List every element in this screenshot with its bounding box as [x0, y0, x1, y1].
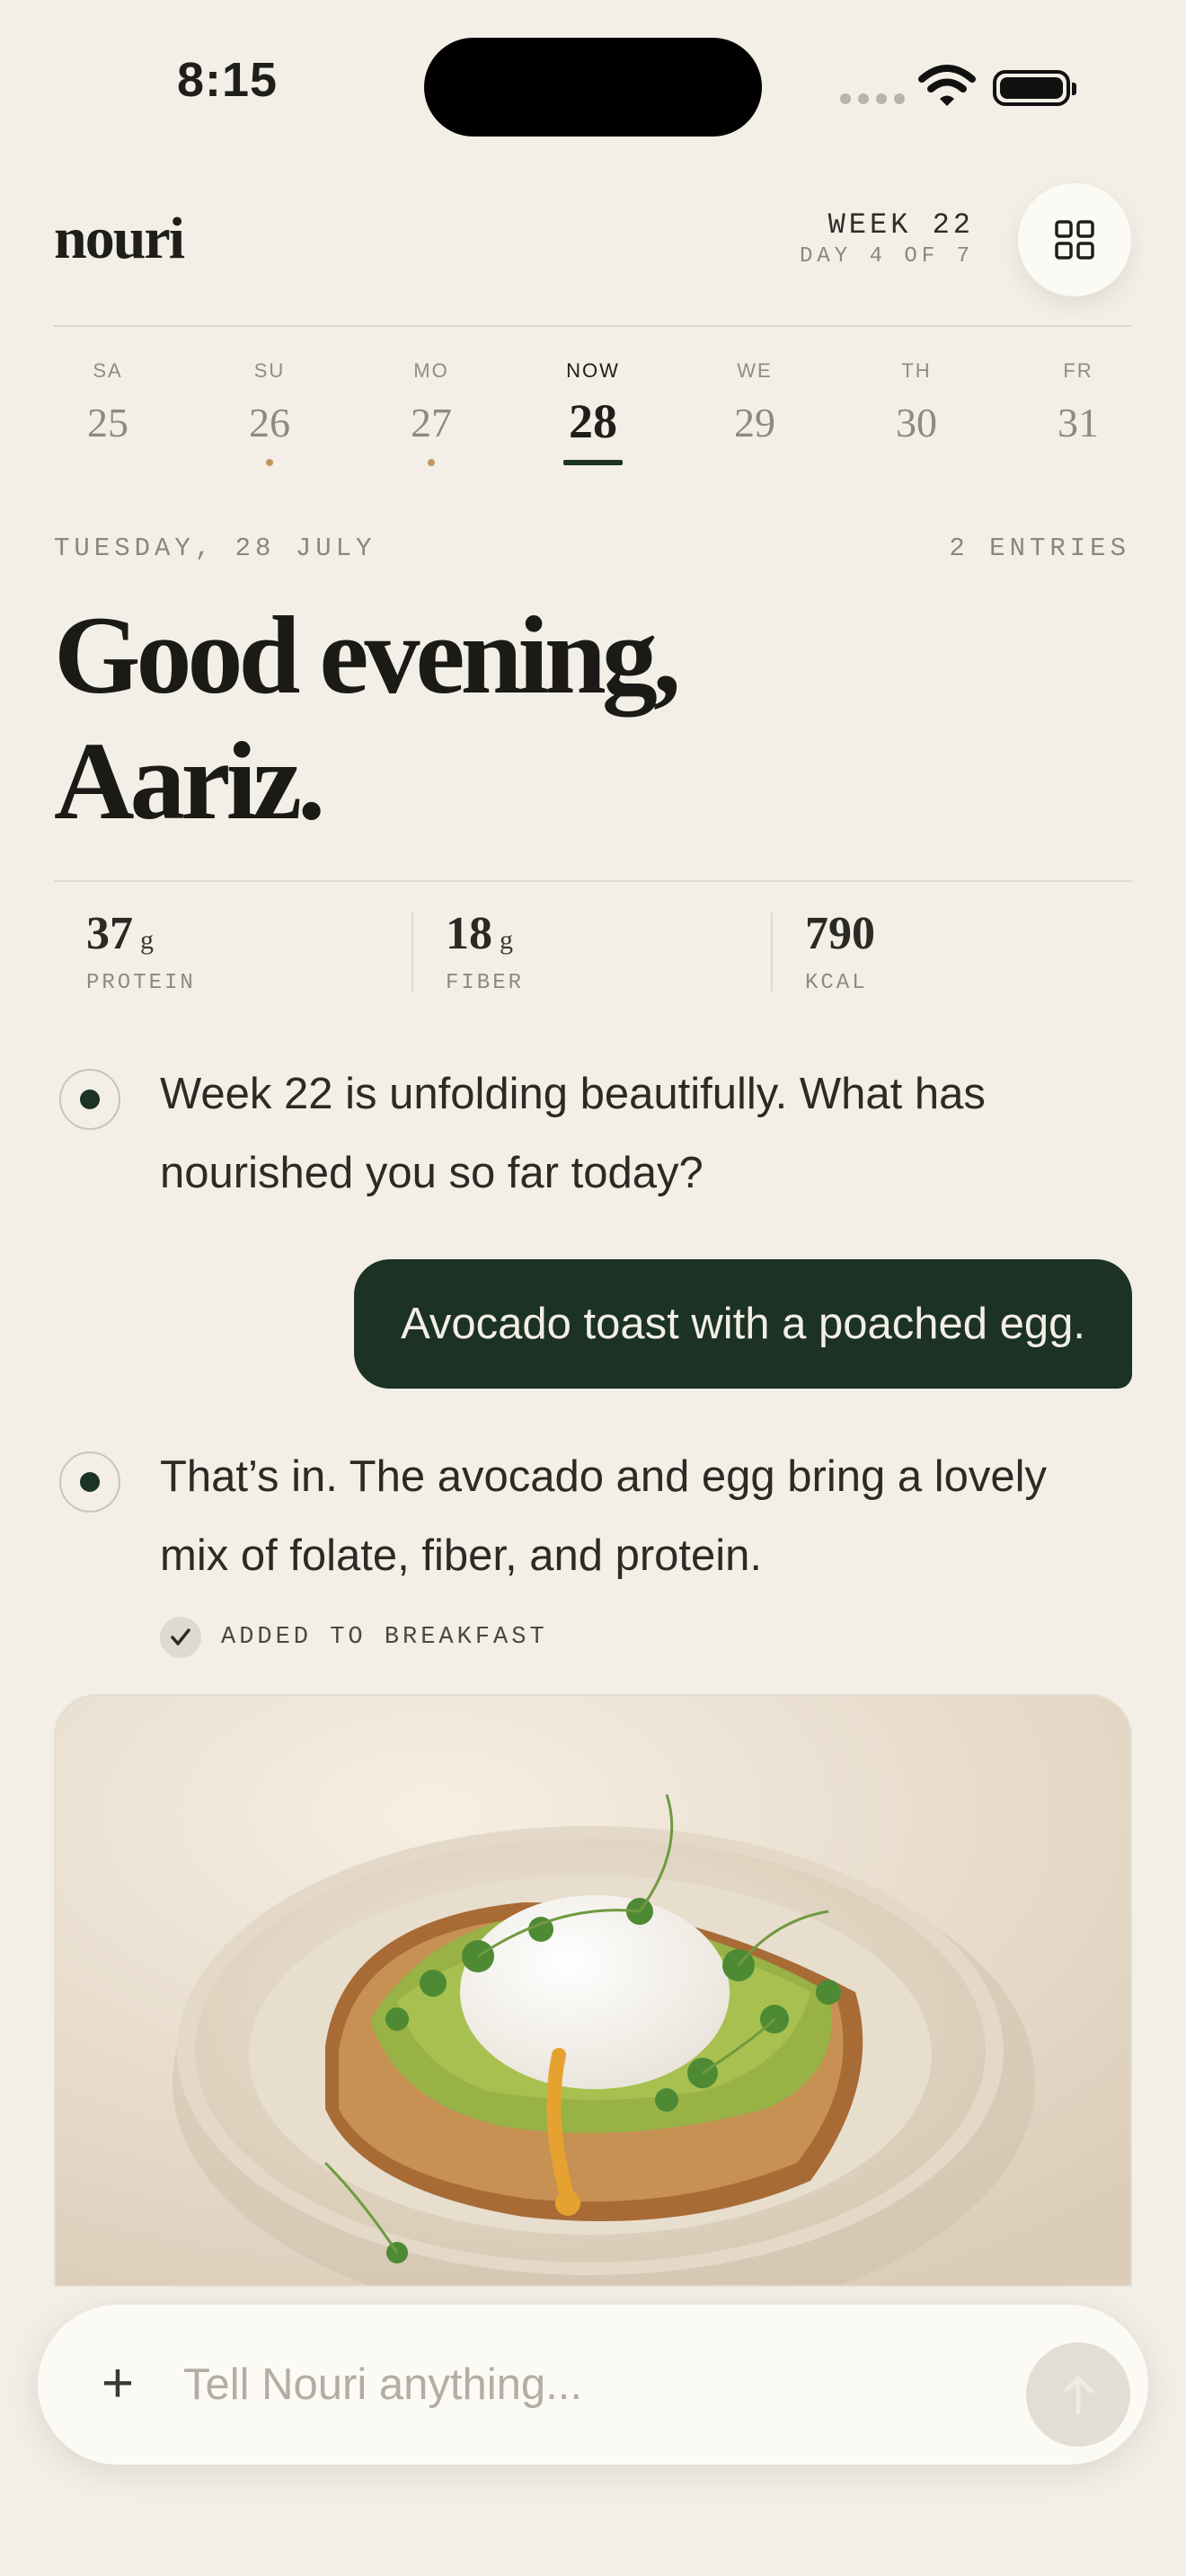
day-cell[interactable]: SU 26: [216, 359, 323, 466]
add-attachment-button[interactable]: +: [88, 2348, 147, 2420]
arrow-up-icon: [1063, 2376, 1093, 2415]
cellular-signal-icon: [840, 93, 905, 104]
entry-dot: [266, 459, 273, 466]
assistant-avatar-icon: [59, 1451, 120, 1513]
user-message-bubble: Avocado toast with a poached egg.: [354, 1259, 1132, 1389]
day-cell[interactable]: MO 27: [377, 359, 485, 466]
day-of-week-label: DAY 4 OF 7: [799, 244, 974, 269]
assistant-message: Week 22 is unfolding beautifully. What h…: [160, 1070, 986, 1197]
avocado-toast-image: [56, 1696, 1130, 2285]
battery-icon: [993, 70, 1076, 106]
greeting-heading: Good evening, Aariz.: [54, 593, 1042, 844]
added-to-meal-confirmation: ADDED TO BREAKFAST: [160, 1617, 548, 1658]
stat-fiber: 18 g FIBER: [446, 908, 525, 995]
plus-icon: +: [101, 2352, 135, 2414]
message-composer: +: [38, 2305, 1148, 2465]
header-divider: [54, 325, 1132, 327]
day-cell[interactable]: FR 31: [1024, 359, 1132, 446]
greeting-line-1: Good evening,: [54, 594, 681, 717]
grid-icon: [1055, 220, 1094, 260]
active-day-indicator: [563, 460, 623, 465]
assistant-message: That’s in. The avocado and egg bring a l…: [160, 1452, 1048, 1580]
menu-button[interactable]: [1018, 183, 1131, 296]
day-cell-today[interactable]: NOW 28: [539, 359, 647, 465]
check-icon: [160, 1617, 201, 1658]
day-cell[interactable]: WE 29: [701, 359, 809, 446]
send-button[interactable]: [1026, 2342, 1130, 2447]
greeting-divider: [54, 880, 1132, 882]
stat-divider: [771, 913, 773, 992]
meal-photo[interactable]: [54, 1694, 1132, 2287]
day-cell[interactable]: SA 25: [54, 359, 162, 446]
assistant-avatar-icon: [59, 1069, 120, 1130]
entries-count: 2 ENTRIES: [949, 534, 1130, 563]
day-cell[interactable]: TH 30: [863, 359, 970, 446]
date-label: TUESDAY, 28 JULY: [54, 534, 376, 563]
dynamic-island: [424, 38, 762, 137]
status-time: 8:15: [177, 53, 279, 107]
stat-protein: 37 g PROTEIN: [86, 908, 196, 995]
message-input[interactable]: [181, 2341, 994, 2429]
entry-dot: [428, 459, 435, 466]
stat-kcal: 790 KCAL: [805, 908, 875, 995]
app-logo: nouri: [54, 206, 185, 271]
week-label: WEEK 22: [828, 208, 974, 242]
wifi-icon: [918, 65, 976, 106]
greeting-line-2: Aariz.: [54, 719, 325, 842]
stat-divider: [412, 913, 413, 992]
